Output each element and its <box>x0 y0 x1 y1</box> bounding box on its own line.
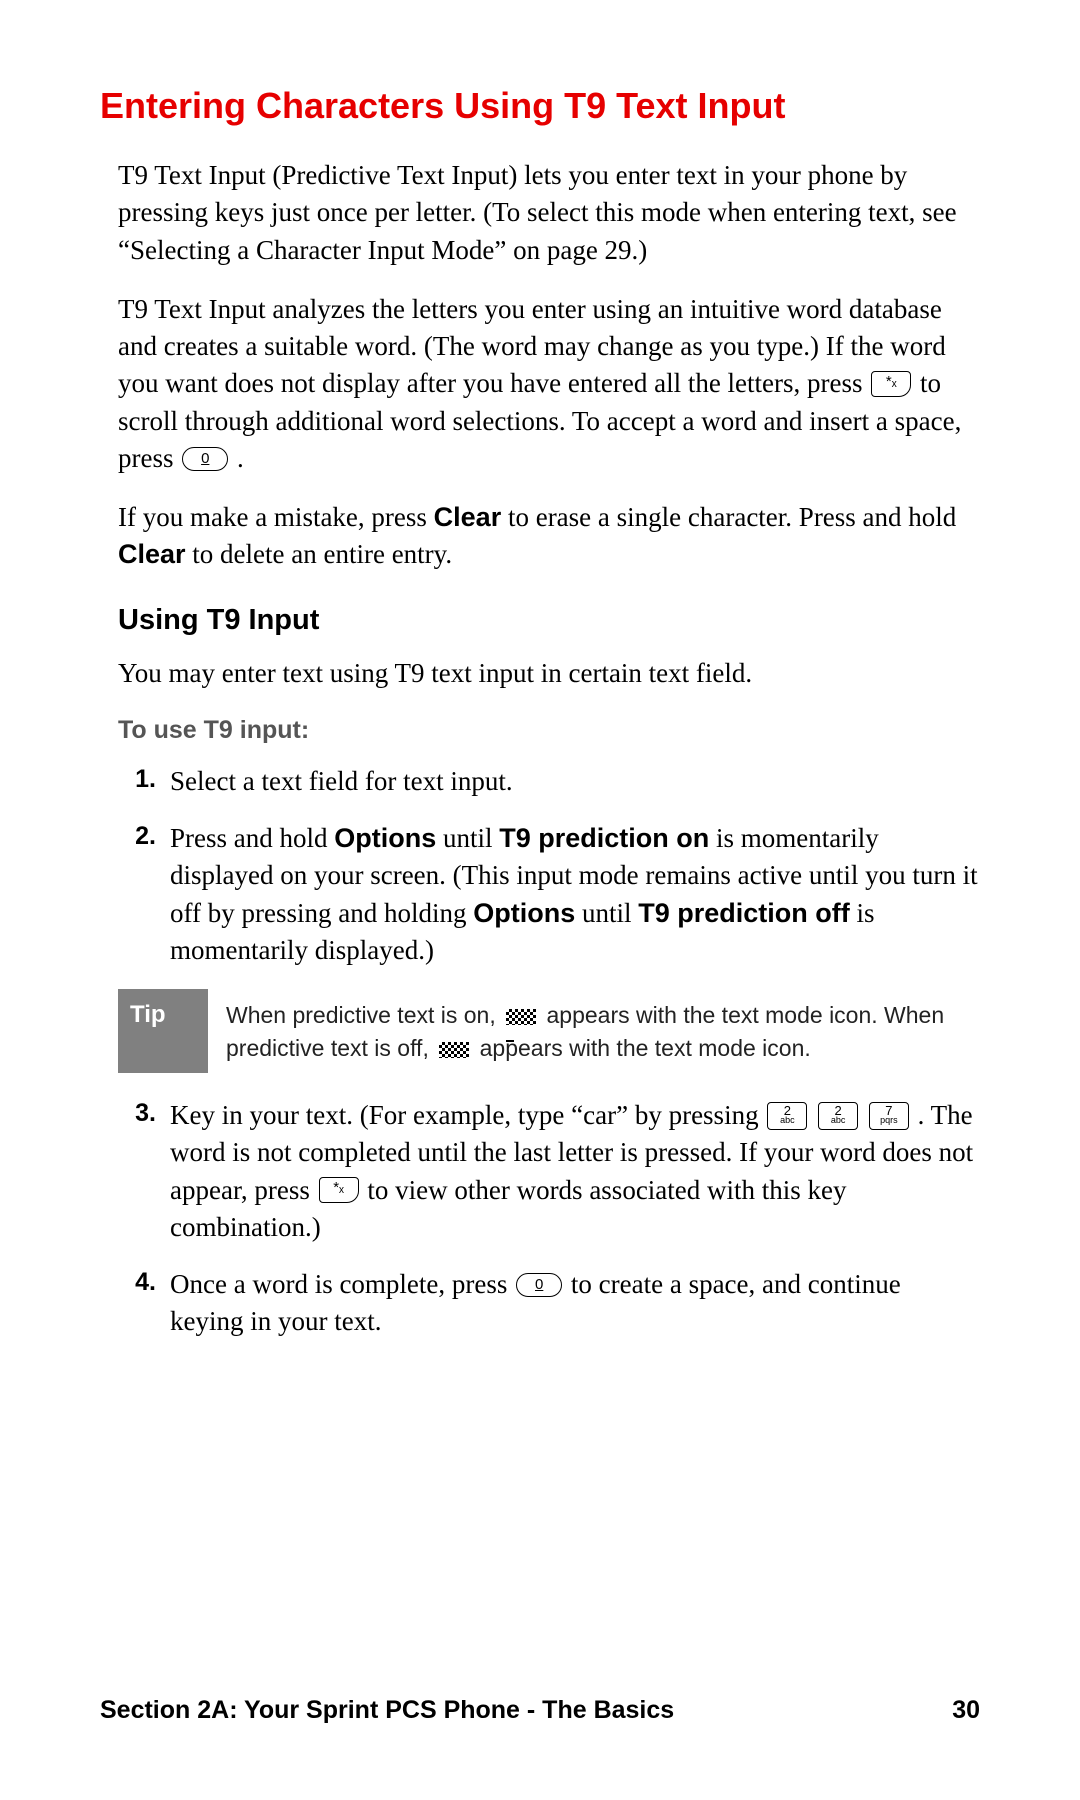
instruction-heading: To use T9 input: <box>118 716 980 745</box>
p2-text-a: T9 Text Input analyzes the letters you e… <box>118 294 946 399</box>
footer-section: Section 2A: Your Sprint PCS Phone - The … <box>100 1696 674 1725</box>
key-letters: abc <box>819 1116 857 1125</box>
main-heading: Entering Characters Using T9 Text Input <box>100 85 980 127</box>
list-item: 2. Press and hold Options until T9 predi… <box>118 820 980 969</box>
s2-b: until <box>443 823 499 853</box>
list-item: 4. Once a word is complete, press 0 to c… <box>118 1266 980 1341</box>
page-footer: Section 2A: Your Sprint PCS Phone - The … <box>100 1696 980 1725</box>
tip-text: When predictive text is on, appears with… <box>208 989 980 1066</box>
s3-a: Key in your text. (For example, type “ca… <box>170 1100 765 1130</box>
step-number: 4. <box>118 1266 170 1341</box>
star-key-icon: *ₓ <box>871 371 911 397</box>
tip-label: Tip <box>118 989 208 1073</box>
clear-label: Clear <box>434 502 502 532</box>
t9-off-label: T9 prediction off <box>638 898 850 928</box>
intro-paragraph-1: T9 Text Input (Predictive Text Input) le… <box>100 157 980 269</box>
step-number: 2. <box>118 820 170 969</box>
zero-key-icon: 0 <box>182 447 228 471</box>
step-number: 1. <box>118 763 170 800</box>
p3-text-c: to delete an entire entry. <box>192 539 452 569</box>
p3-text-a: If you make a mistake, press <box>118 502 434 532</box>
s4-a: Once a word is complete, press <box>170 1269 514 1299</box>
options-label-2: Options <box>473 898 575 928</box>
s2-a: Press and hold <box>170 823 334 853</box>
step-body: Key in your text. (For example, type “ca… <box>170 1097 980 1246</box>
ordered-list: 1. Select a text field for text input. 2… <box>100 763 980 969</box>
s2-d: until <box>582 898 638 928</box>
list-item: 1. Select a text field for text input. <box>118 763 980 800</box>
predictive-on-icon <box>506 1009 536 1025</box>
step-number: 3. <box>118 1097 170 1246</box>
clear-label-2: Clear <box>118 539 186 569</box>
predictive-off-icon <box>439 1042 469 1058</box>
ordered-list-cont: 3. Key in your text. (For example, type … <box>100 1097 980 1341</box>
document-page: Entering Characters Using T9 Text Input … <box>0 0 1080 1341</box>
tip-a: When predictive text is on, <box>226 1002 502 1028</box>
intro-paragraph-3: If you make a mistake, press Clear to er… <box>100 499 980 574</box>
step-body: Once a word is complete, press 0 to crea… <box>170 1266 980 1341</box>
tip-box: Tip When predictive text is on, appears … <box>118 989 980 1073</box>
sub-heading: Using T9 Input <box>118 604 980 637</box>
star-key-icon: *ₓ <box>319 1177 359 1203</box>
p3-text-b: to erase a single character. Press and h… <box>508 502 956 532</box>
key-2-icon: 2abc <box>818 1102 858 1130</box>
key-2-icon: 2abc <box>767 1102 807 1130</box>
key-letters: pqrs <box>870 1116 908 1125</box>
t9-on-label: T9 prediction on <box>499 823 709 853</box>
tip-c: appears with the text mode icon. <box>480 1035 811 1061</box>
step-body: Select a text field for text input. <box>170 763 980 800</box>
footer-page-number: 30 <box>952 1696 980 1725</box>
list-item: 3. Key in your text. (For example, type … <box>118 1097 980 1246</box>
key-7-icon: 7pqrs <box>869 1102 909 1130</box>
step-body: Press and hold Options until T9 predicti… <box>170 820 980 969</box>
options-label: Options <box>334 823 436 853</box>
sub-intro: You may enter text using T9 text input i… <box>100 655 980 692</box>
zero-key-icon: 0 <box>516 1273 562 1297</box>
p2-text-c: . <box>237 443 244 473</box>
intro-paragraph-2: T9 Text Input analyzes the letters you e… <box>100 291 980 477</box>
key-letters: abc <box>768 1116 806 1125</box>
